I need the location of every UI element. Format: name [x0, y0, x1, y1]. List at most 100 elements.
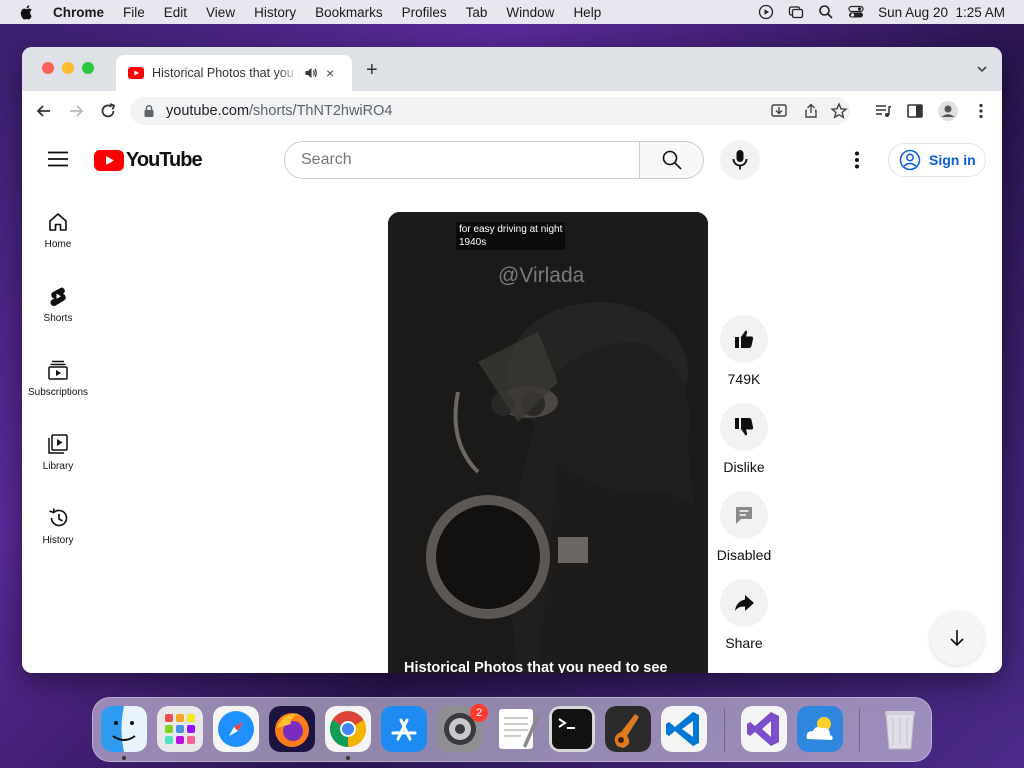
chrome-menu-kebab-icon[interactable]: [972, 102, 990, 120]
apple-menu-icon[interactable]: [19, 4, 35, 20]
sidebar-item-label: Shorts: [43, 313, 73, 324]
home-icon: [49, 213, 67, 231]
safari-icon[interactable]: [213, 706, 259, 752]
terminal-icon[interactable]: [549, 706, 595, 752]
install-app-icon[interactable]: [770, 102, 788, 120]
menu-file[interactable]: File: [123, 5, 145, 20]
dislike-button[interactable]: [720, 403, 768, 451]
like-button[interactable]: [720, 315, 768, 363]
menu-app-name[interactable]: Chrome: [53, 5, 104, 20]
new-tab-button[interactable]: +: [366, 59, 378, 82]
tab-search-chevron-down-icon[interactable]: [976, 63, 988, 75]
menu-view[interactable]: View: [206, 5, 235, 20]
tab-strip: Historical Photos that you need to see ×…: [22, 47, 1002, 91]
side-panel-icon[interactable]: [906, 102, 924, 120]
search-input[interactable]: Search: [284, 141, 640, 179]
control-center-icon[interactable]: [848, 4, 864, 20]
menu-edit[interactable]: Edit: [164, 5, 187, 20]
sidebar-item-subscriptions[interactable]: Subscriptions: [22, 359, 94, 398]
profile-avatar-icon[interactable]: [937, 100, 959, 122]
library-icon: [48, 434, 68, 454]
site-info-lock-icon[interactable]: [142, 104, 156, 118]
dislike-action[interactable]: Dislike: [714, 403, 774, 475]
search-icon: [662, 150, 682, 170]
sidebar-item-history[interactable]: History: [22, 507, 94, 546]
subscriptions-icon: [48, 360, 68, 380]
comments-button[interactable]: [720, 491, 768, 539]
tab-title: Historical Photos that you need to see: [152, 66, 300, 80]
sidebar-item-library[interactable]: Library: [22, 433, 94, 472]
short-video-player[interactable]: for easy driving at night 1940s @Virlada…: [388, 212, 708, 673]
search-button[interactable]: [640, 141, 704, 179]
media-play-icon[interactable]: [758, 4, 774, 20]
sidebar-item-label: History: [42, 535, 74, 546]
menu-help[interactable]: Help: [573, 5, 601, 20]
window-minimize-button[interactable]: [62, 62, 74, 74]
app-store-icon[interactable]: [381, 706, 427, 752]
voice-search-button[interactable]: [720, 140, 760, 180]
window-zoom-button[interactable]: [82, 62, 94, 74]
weather-icon[interactable]: [797, 706, 843, 752]
spotlight-search-icon[interactable]: [818, 4, 834, 20]
tab-youtube-short[interactable]: Historical Photos that you need to see ×: [116, 55, 352, 91]
dock-separator: [859, 708, 860, 752]
share-page-icon[interactable]: [802, 102, 820, 120]
screen-mirroring-icon[interactable]: [788, 4, 804, 20]
share-action[interactable]: Share: [714, 579, 774, 651]
textedit-icon[interactable]: [493, 706, 539, 752]
window-close-button[interactable]: [42, 62, 54, 74]
macos-menu-bar: Chrome File Edit View History Bookmarks …: [0, 0, 1024, 24]
firefox-icon[interactable]: [269, 706, 315, 752]
vscode-icon[interactable]: [661, 706, 707, 752]
caption-line-2: 1940s: [459, 237, 487, 248]
like-action[interactable]: 749K: [714, 315, 774, 387]
sidebar-item-label: Subscriptions: [27, 387, 89, 398]
next-short-button[interactable]: [930, 611, 984, 665]
comment-icon: [736, 507, 752, 524]
tab-close-icon[interactable]: ×: [326, 65, 334, 81]
share-button[interactable]: [720, 579, 768, 627]
chrome-window: Historical Photos that you need to see ×…: [22, 47, 1002, 673]
menu-history[interactable]: History: [254, 5, 296, 20]
bookmark-star-icon[interactable]: [830, 102, 848, 120]
sign-in-label: Sign in: [929, 152, 976, 168]
trash-icon[interactable]: [877, 706, 923, 752]
video-caption-overlay: for easy driving at night 1940s: [456, 222, 566, 250]
hamburger-menu-icon[interactable]: [48, 151, 68, 167]
comments-action[interactable]: Disabled: [714, 491, 774, 563]
like-count: 749K: [727, 371, 761, 387]
sidebar-item-home[interactable]: Home: [22, 211, 94, 250]
media-controls-icon[interactable]: [874, 102, 892, 120]
thumbs-up-icon: [735, 330, 754, 348]
short-title[interactable]: Historical Photos that you need to see: [404, 660, 667, 673]
visual-studio-icon[interactable]: [741, 706, 787, 752]
settings-kebab-icon[interactable]: [854, 151, 860, 169]
dislike-label: Dislike: [723, 459, 765, 475]
forward-arrow-icon[interactable]: [66, 101, 86, 121]
launchpad-icon[interactable]: [157, 706, 203, 752]
sidebar-item-label: Library: [42, 461, 74, 472]
menu-bar-clock[interactable]: Sun Aug 20 1:25 AM: [878, 5, 1005, 20]
sign-in-button[interactable]: Sign in: [888, 143, 986, 177]
sidebar-item-shorts[interactable]: Shorts: [22, 285, 94, 324]
sidebar-item-label: Home: [44, 239, 72, 250]
finder-icon[interactable]: [101, 706, 147, 752]
tab-audio-playing-icon[interactable]: [304, 66, 318, 80]
microphone-icon: [732, 150, 748, 170]
shorts-icon: [50, 287, 66, 307]
chrome-icon[interactable]: [325, 706, 371, 752]
garageband-icon[interactable]: [605, 706, 651, 752]
macos-dock: 2: [92, 697, 932, 762]
reload-icon[interactable]: [98, 101, 118, 121]
dock-separator: [724, 708, 725, 752]
menu-tab[interactable]: Tab: [466, 5, 488, 20]
menu-bookmarks[interactable]: Bookmarks: [315, 5, 383, 20]
back-arrow-icon[interactable]: [34, 101, 54, 121]
menu-profiles[interactable]: Profiles: [402, 5, 447, 20]
share-label: Share: [725, 635, 763, 651]
chrome-running-indicator: [346, 756, 350, 760]
menu-window[interactable]: Window: [506, 5, 554, 20]
youtube-logo[interactable]: YouTube: [94, 149, 203, 172]
address-bar[interactable]: youtube.com/shorts/ThNT2hwiRO4: [130, 97, 850, 125]
caption-line-1: for easy driving at night: [459, 224, 563, 235]
